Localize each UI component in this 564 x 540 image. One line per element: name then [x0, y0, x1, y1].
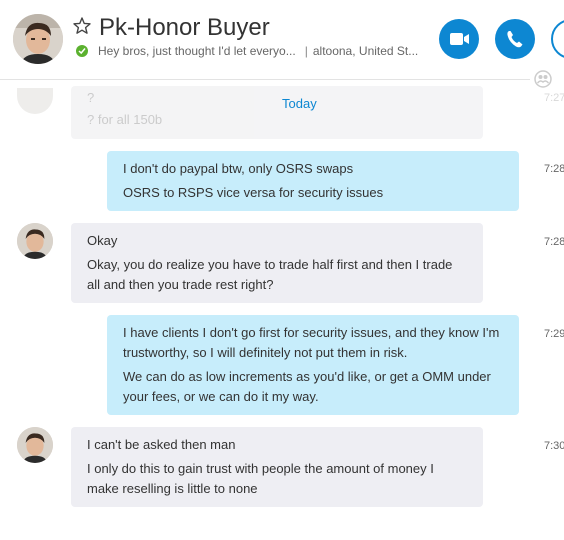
message-time: 7:28	[544, 163, 564, 175]
previous-message-bubble: ? ? for all 150b	[71, 86, 483, 139]
message-text: We can do as low increments as you'd lik…	[123, 369, 491, 404]
message-time: 7:30	[544, 440, 564, 452]
incoming-message[interactable]: I can't be asked then man I only do this…	[71, 427, 483, 507]
audio-call-button[interactable]	[495, 19, 535, 59]
video-camera-icon	[450, 33, 469, 45]
contact-avatar-small[interactable]	[17, 427, 53, 463]
video-call-button[interactable]	[439, 19, 479, 59]
message-text: OSRS to RSPS vice versa for security iss…	[123, 185, 384, 200]
favorite-star-icon[interactable]	[72, 16, 92, 36]
mood-message[interactable]: Hey bros, just thought I'd let everyo...	[98, 44, 296, 58]
incoming-message[interactable]: Okay Okay, you do realize you have to tr…	[71, 223, 483, 303]
outgoing-message[interactable]: I have clients I don't go first for secu…	[107, 315, 519, 415]
phone-icon	[507, 31, 523, 48]
contact-avatar[interactable]	[13, 14, 63, 64]
add-person-icon	[553, 21, 564, 57]
header-divider	[0, 79, 530, 80]
previous-avatar	[17, 88, 53, 114]
message-text: I can't be asked then man	[87, 437, 236, 452]
previous-message-line1: ?	[87, 90, 95, 105]
contact-avatar-small[interactable]	[17, 223, 53, 259]
mood-separator: |	[304, 44, 308, 58]
message-text: I don't do paypal btw, only OSRS swaps	[123, 161, 354, 176]
message-text: I only do this to gain trust with people…	[87, 461, 434, 496]
contact-name[interactable]: Pk-Honor Buyer	[99, 14, 270, 42]
online-status-icon	[76, 45, 88, 57]
outgoing-message[interactable]: I don't do paypal btw, only OSRS swaps O…	[107, 151, 519, 211]
previous-message-time: 7:27	[544, 92, 564, 104]
message-time: 7:28	[544, 236, 564, 248]
message-text: Okay, you do realize you have to trade h…	[87, 257, 453, 292]
participants-icon[interactable]	[533, 69, 553, 89]
date-separator: Today	[282, 96, 317, 111]
conversation-header: Pk-Honor Buyer Hey bros, just thought I'…	[0, 0, 564, 88]
add-people-button[interactable]	[551, 19, 564, 59]
message-time: 7:29	[544, 328, 564, 340]
mood-line: Hey bros, just thought I'd let everyo...…	[98, 44, 418, 58]
message-text: Okay	[87, 233, 118, 248]
location: altoona, United St...	[312, 44, 419, 58]
previous-message-line2: ? for all 150b	[87, 112, 163, 127]
message-text: I have clients I don't go first for secu…	[123, 325, 500, 360]
chat-window: Pk-Honor Buyer Hey bros, just thought I'…	[0, 0, 564, 540]
